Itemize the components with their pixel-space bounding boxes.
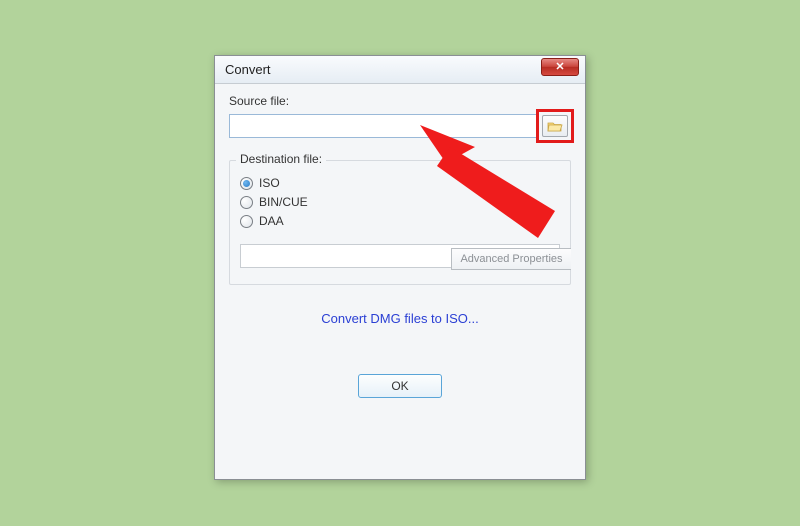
- radio-daa[interactable]: [240, 215, 253, 228]
- convert-dmg-link[interactable]: Convert DMG files to ISO...: [321, 311, 479, 326]
- source-file-row: [229, 112, 571, 140]
- convert-dialog: Convert ✕ Source file: Destination file:: [214, 55, 586, 480]
- destination-file-label: Destination file:: [236, 152, 326, 166]
- destination-fieldset: Destination file: ISO BIN/CUE DAA Advanc…: [229, 160, 571, 285]
- radio-iso-label: ISO: [259, 176, 280, 190]
- browse-button-wrap: [539, 112, 571, 140]
- radio-bincue-label: BIN/CUE: [259, 195, 308, 209]
- browse-source-button[interactable]: [542, 115, 568, 137]
- radio-iso[interactable]: [240, 177, 253, 190]
- close-button[interactable]: ✕: [541, 58, 579, 76]
- titlebar: Convert ✕: [215, 56, 585, 84]
- dialog-body: Source file: Destination file: ISO: [215, 84, 585, 398]
- folder-open-icon: [547, 120, 563, 133]
- radio-iso-row[interactable]: ISO: [240, 176, 560, 190]
- radio-bincue[interactable]: [240, 196, 253, 209]
- radio-bincue-row[interactable]: BIN/CUE: [240, 195, 560, 209]
- source-file-label: Source file:: [229, 94, 571, 108]
- ok-row: OK: [229, 374, 571, 398]
- radio-daa-row[interactable]: DAA: [240, 214, 560, 228]
- link-row: Convert DMG files to ISO...: [229, 311, 571, 326]
- dialog-title: Convert: [225, 62, 271, 77]
- ok-button[interactable]: OK: [358, 374, 442, 398]
- source-file-input[interactable]: [229, 114, 537, 138]
- close-icon: ✕: [555, 61, 564, 73]
- advanced-properties-button[interactable]: Advanced Properties: [451, 248, 571, 270]
- radio-daa-label: DAA: [259, 214, 284, 228]
